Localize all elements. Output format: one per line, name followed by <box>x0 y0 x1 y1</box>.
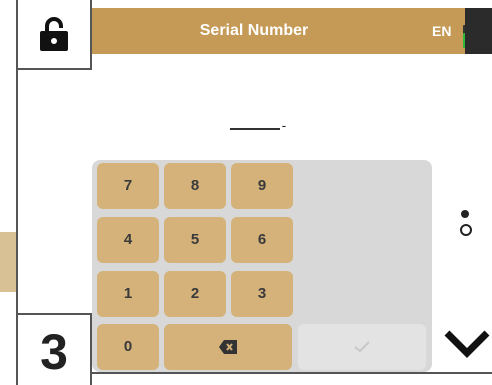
dots-icon <box>459 210 472 238</box>
key-5[interactable]: 5 <box>164 217 226 263</box>
key-9[interactable]: 9 <box>231 163 293 209</box>
serial-value: - <box>280 119 289 134</box>
lock-open-icon <box>40 17 68 51</box>
check-icon <box>354 341 370 353</box>
key-2[interactable]: 2 <box>164 271 226 317</box>
key-6[interactable]: 6 <box>231 217 293 263</box>
backspace-button[interactable] <box>164 324 292 370</box>
lock-button[interactable] <box>16 0 92 70</box>
divider <box>92 372 492 374</box>
step-number: 3 <box>40 324 68 380</box>
key-8[interactable]: 8 <box>164 163 226 209</box>
confirm-button[interactable] <box>298 324 426 370</box>
chevron-down-icon[interactable] <box>443 325 491 361</box>
backspace-icon <box>219 340 237 355</box>
key-7[interactable]: 7 <box>97 163 159 209</box>
numeric-keypad: 7 8 9 4 5 6 1 2 3 0 <box>92 160 432 372</box>
key-1[interactable]: 1 <box>97 271 159 317</box>
key-3[interactable]: 3 <box>231 271 293 317</box>
key-0[interactable]: 0 <box>97 324 159 370</box>
serial-number-display: - <box>216 108 316 134</box>
key-4[interactable]: 4 <box>97 217 159 263</box>
step-indicator: 3 <box>16 313 92 385</box>
status-icon <box>465 8 492 54</box>
language-indicator[interactable]: EN <box>432 8 451 54</box>
side-tab <box>0 232 16 292</box>
